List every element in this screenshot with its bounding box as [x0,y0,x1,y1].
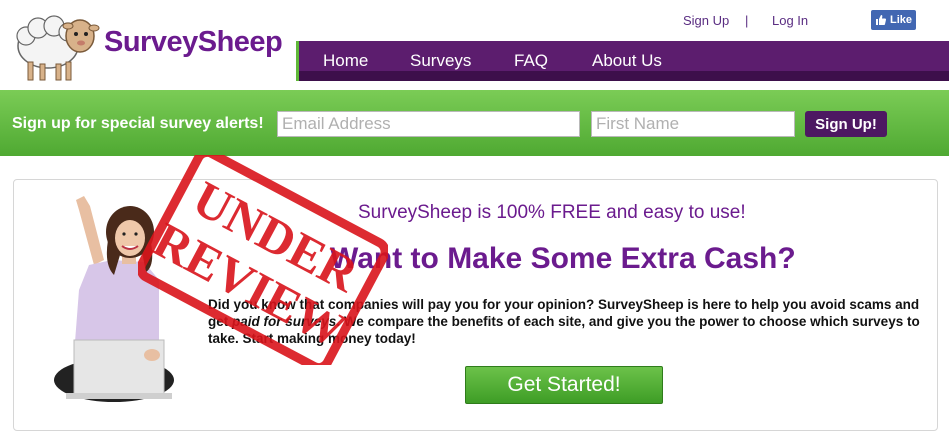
signup-submit-button[interactable]: Sign Up! [805,111,887,137]
facebook-thumb-icon [876,15,887,25]
nav-about-us[interactable]: About Us [592,51,662,71]
nav-surveys[interactable]: Surveys [410,51,471,71]
login-link[interactable]: Log In [772,13,808,28]
site-header: SurveySheep Sign Up | Log In Like Home S… [0,0,949,90]
email-field[interactable] [277,111,580,137]
woman-laptop-image [54,196,174,402]
hero-panel: SurveySheep is 100% FREE and easy to use… [13,179,938,431]
link-separator: | [745,13,749,28]
facebook-like-button[interactable]: Like [871,10,916,30]
main-nav: Home Surveys FAQ About Us [296,41,949,81]
page-title: Want to Make Some Extra Cash? [330,242,796,275]
facebook-like-label: Like [890,14,913,26]
get-started-button[interactable]: Get Started! [465,366,663,404]
first-name-field[interactable] [591,111,795,137]
tagline: SurveySheep is 100% FREE and easy to use… [358,202,746,223]
nav-home[interactable]: Home [323,51,368,71]
nav-faq[interactable]: FAQ [514,51,548,71]
sheep-logo-icon[interactable] [8,6,103,86]
signup-link[interactable]: Sign Up [683,13,729,28]
alert-signup-text: Sign up for special survey alerts! [12,115,264,132]
survey-alert-bar: Sign up for special survey alerts! Sign … [0,90,949,156]
brand-name[interactable]: SurveySheep [104,26,283,59]
intro-paragraph: Did you know that companies will pay you… [208,296,928,347]
intro-emphasis: paid for surveys [232,314,337,329]
